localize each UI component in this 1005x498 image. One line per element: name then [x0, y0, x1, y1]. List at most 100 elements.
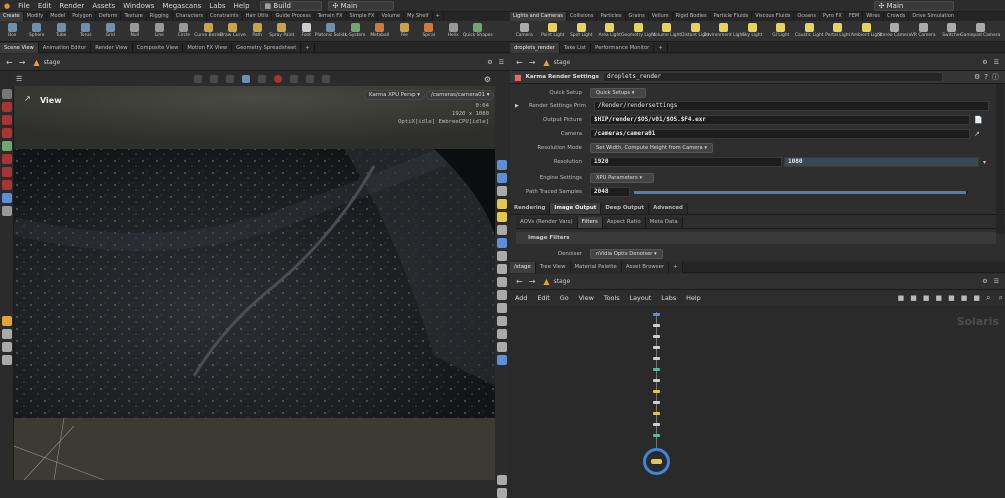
pin-icon[interactable]: ⚙	[982, 59, 987, 66]
tab-performance-monitor[interactable]: Performance Monitor	[591, 42, 655, 53]
pose-tool-icon[interactable]	[1, 154, 12, 164]
zoom-icon[interactable]: ⌕	[986, 293, 990, 303]
tool-spot-light[interactable]: Spot Light	[567, 21, 596, 42]
forward-arrow-icon[interactable]: →	[529, 58, 536, 67]
tool-sky-light[interactable]: Sky Light	[738, 21, 767, 42]
tool-vr-camera[interactable]: VR Camera	[909, 21, 938, 42]
tool-volume-light[interactable]: Volume Light	[652, 21, 681, 42]
shading-icon[interactable]	[210, 75, 219, 83]
tool-environment-light[interactable]: Environment Light	[704, 21, 744, 42]
cloud-icon[interactable]	[1, 206, 12, 216]
lock-icon[interactable]	[497, 186, 507, 196]
wrench-icon[interactable]: ■	[898, 294, 905, 302]
network-node[interactable]	[653, 335, 660, 338]
tool-curve-bezier[interactable]: Curve Bezier	[194, 21, 222, 42]
path-stage-label[interactable]: stage	[554, 278, 571, 285]
list-icon[interactable]: ■	[910, 294, 917, 302]
context-select[interactable]: ✣ Main	[327, 0, 394, 11]
normals-icon[interactable]	[497, 316, 507, 326]
tab-asset-browser[interactable]: Asset Browser	[621, 261, 670, 273]
menu-windows[interactable]: Windows	[119, 0, 158, 12]
engine-menu[interactable]: XPU Parameters ▾	[590, 173, 654, 183]
tool-sphere[interactable]: Sphere	[25, 21, 50, 42]
info-icon[interactable]: ⓘ	[992, 72, 999, 82]
path-stage-label[interactable]: stage	[554, 59, 571, 66]
arrow-select-icon[interactable]: ↗	[974, 130, 980, 138]
chevron-down-icon[interactable]: ▾	[983, 159, 986, 166]
param-tab-rendering[interactable]: Rendering	[510, 203, 551, 214]
houdini-logo[interactable]: ●	[0, 0, 14, 12]
path-stage-label[interactable]: stage	[44, 59, 61, 66]
tab-stage[interactable]: /stage	[510, 261, 536, 273]
record-icon[interactable]	[274, 75, 283, 83]
display-opt-icon[interactable]	[497, 475, 507, 485]
tool-tube[interactable]: Tube	[49, 21, 74, 42]
light-bulb-icon[interactable]	[497, 212, 507, 222]
net-menu-add[interactable]: Add	[510, 294, 532, 302]
tab-droplets-render[interactable]: droplets_render	[510, 42, 560, 53]
resmode-menu[interactable]: Set Width, Compute Height from Camera ▾	[590, 143, 713, 153]
pin-icon[interactable]: ⚙	[982, 278, 987, 285]
gear-icon[interactable]: ⚙	[974, 73, 980, 81]
back-arrow-icon[interactable]: ←	[516, 277, 523, 286]
tab-scene-view[interactable]: Scene View	[0, 42, 39, 53]
add-tab-icon[interactable]: +	[654, 42, 668, 53]
wireframe-icon[interactable]	[226, 75, 235, 83]
tool-line[interactable]: Line	[147, 21, 172, 42]
param-subtab-filters[interactable]: Filters	[577, 217, 603, 228]
network-canvas[interactable]: Solaris	[510, 305, 1005, 480]
window-icon[interactable]: ■	[948, 294, 955, 302]
quick-setup-menu[interactable]: Quick Setups ▾	[590, 88, 646, 98]
ghost-icon[interactable]	[497, 173, 507, 183]
tab-motion-fx-view[interactable]: Motion FX View	[183, 42, 233, 53]
dot-icon[interactable]	[497, 264, 507, 274]
vis-icon[interactable]	[497, 160, 507, 170]
res-width-field[interactable]: 1920	[590, 157, 782, 167]
tool-distant-light[interactable]: Distant Light	[681, 21, 710, 42]
param-subtab-aspect-ratio[interactable]: Aspect Ratio	[602, 217, 646, 228]
lighting-icon[interactable]	[194, 75, 203, 83]
res-height-field[interactable]: 1080	[784, 157, 979, 167]
menu-render[interactable]: Render	[55, 0, 88, 12]
add-tab-icon[interactable]: +	[301, 42, 315, 53]
pane-menu-icon[interactable]: ☰	[994, 59, 999, 66]
param-subtab-meta-data[interactable]: Meta Data	[645, 217, 683, 228]
layout-toggle-icon[interactable]: ⌕	[999, 293, 1003, 303]
net-menu-labs[interactable]: Labs	[656, 294, 681, 302]
tab-animation-editor[interactable]: Animation Editor	[39, 42, 92, 53]
tool-null[interactable]: Null	[123, 21, 148, 42]
menu-assets[interactable]: Assets	[88, 0, 119, 12]
menu-labs[interactable]: Labs	[205, 0, 229, 12]
bulb-icon[interactable]	[306, 75, 315, 83]
back-arrow-icon[interactable]: ←	[516, 58, 523, 67]
pts-field[interactable]: 2048	[590, 187, 630, 197]
grid-toggle-icon[interactable]	[242, 75, 251, 83]
prim-icon[interactable]	[497, 329, 507, 339]
selected-node[interactable]	[643, 448, 670, 475]
net-menu-edit[interactable]: Edit	[532, 294, 554, 302]
network-node[interactable]	[653, 346, 660, 349]
tool-geometry-light[interactable]: Geometry Light	[621, 21, 655, 42]
square-icon[interactable]: ■	[923, 294, 930, 302]
tool-quick-shapes[interactable]: Quick Shapes	[463, 21, 493, 42]
net-menu-go[interactable]: Go	[555, 294, 574, 302]
handle-tool-icon[interactable]	[1, 141, 12, 151]
tool-platonic-solids[interactable]: Platonic Solids	[315, 21, 347, 42]
menu-edit[interactable]: Edit	[34, 0, 56, 12]
select-tool-icon[interactable]	[1, 89, 12, 99]
param-tab-deep-output[interactable]: Deep Output	[601, 203, 650, 214]
param-subtab-aovs-render-vars[interactable]: AOVs (Render Vars)	[516, 217, 578, 228]
help-icon[interactable]: ?	[984, 73, 988, 81]
rs-prim-field[interactable]: /Render/rendersettings	[593, 101, 989, 111]
forward-arrow-icon[interactable]: →	[19, 58, 26, 67]
param-tab-image-output[interactable]: Image Output	[550, 203, 602, 214]
transform-tool-icon[interactable]	[1, 102, 12, 112]
points-icon[interactable]	[497, 303, 507, 313]
tool-draw-curve[interactable]: Draw Curve	[220, 21, 246, 42]
wire-icon[interactable]	[497, 290, 507, 300]
tool-spiral[interactable]: Spiral	[417, 21, 442, 42]
tool-point-light[interactable]: Point Light	[539, 21, 568, 42]
tool-ambient-light[interactable]: Ambient Light	[851, 21, 882, 42]
net-menu-tools[interactable]: Tools	[599, 294, 625, 302]
menu-file[interactable]: File	[14, 0, 34, 12]
